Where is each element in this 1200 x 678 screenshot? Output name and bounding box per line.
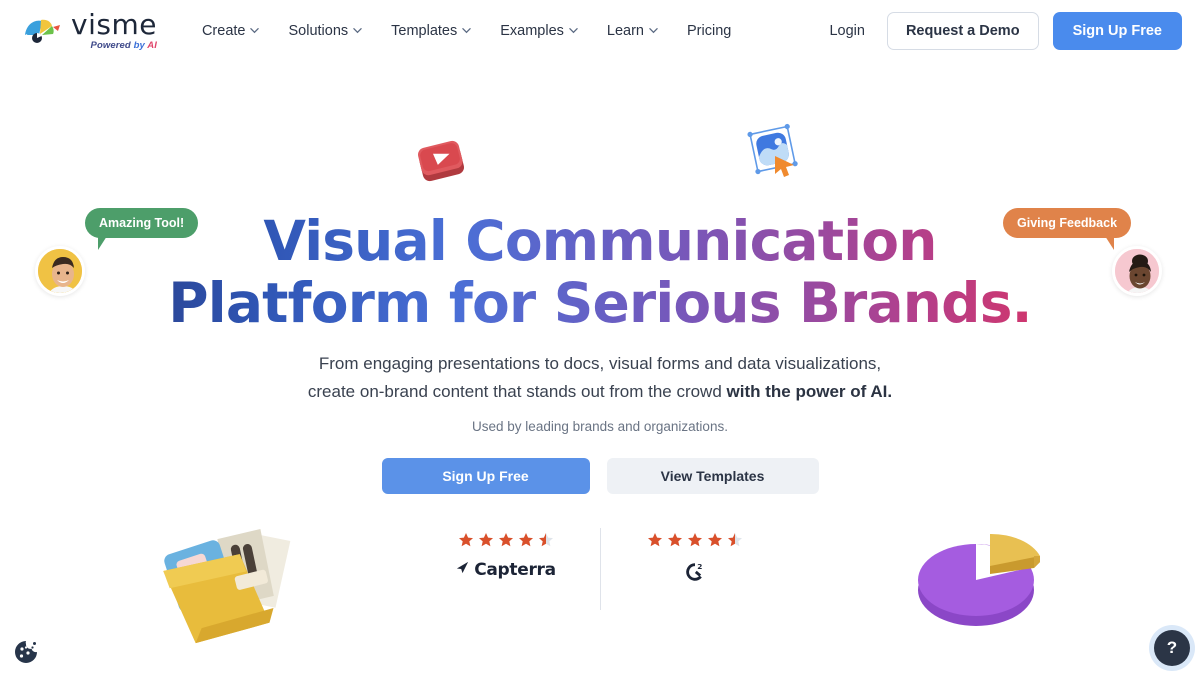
view-templates-button[interactable]: View Templates [606,458,819,494]
ratings-row: Capterra 2 [0,528,1200,633]
hero-cta-row: Sign Up Free View Templates [0,458,1200,494]
image-select-3d-icon [742,120,804,182]
rating-capterra[interactable]: Capterra [436,528,576,633]
chevron-down-icon [462,26,471,35]
nav-label: Examples [500,23,564,39]
star-icon [647,532,663,548]
signup-free-button[interactable]: Sign Up Free [381,458,590,494]
capterra-label: Capterra [474,560,556,580]
rating-g2[interactable]: 2 [625,528,765,633]
nav-item-templates[interactable]: Templates [378,15,484,47]
star-icon [498,532,514,548]
site-header: visme Powered by AI Create Solutions Tem… [0,0,1200,62]
nav-item-examples[interactable]: Examples [487,15,591,47]
capterra-cursor-icon [455,560,470,580]
page-title: Visual Communication Platform for Seriou… [0,210,1200,334]
hero-section: Amazing Tool! Giving Feedback [0,62,1200,678]
headline-line-1: Visual Communication [0,210,1200,272]
nav-label: Solutions [288,23,349,39]
chevron-down-icon [649,26,658,35]
star-half-icon [538,532,554,548]
video-card-3d-icon [410,130,472,192]
nav-item-solutions[interactable]: Solutions [275,15,375,47]
star-icon [707,532,723,548]
star-icon [518,532,534,548]
logo-tagline: Powered by AI [90,40,157,52]
nav-item-pricing[interactable]: Pricing [674,15,744,47]
visme-fan-logo-icon [22,15,64,47]
hero-subheadline: From engaging presentations to docs, vis… [0,350,1200,406]
star-rating [647,532,743,548]
main-navigation: Create Solutions Templates Examples Lear… [189,15,744,47]
headline-line-2: Platform for Serious Brands. [0,272,1200,334]
chevron-down-icon [353,26,362,35]
subhead-bold: with the power of AI. [726,382,893,402]
star-rating [458,532,554,548]
star-icon [478,532,494,548]
star-icon [667,532,683,548]
star-half-icon [727,532,743,548]
g2-logo: 2 [683,560,707,589]
header-actions: Login Request a Demo Sign Up Free [821,12,1182,50]
chevron-down-icon [250,26,260,35]
logo-wordmark: visme [71,8,157,42]
star-icon [687,532,703,548]
help-button[interactable]: ? [1154,630,1190,666]
g2-logo-icon: 2 [683,560,707,589]
nav-item-create[interactable]: Create [189,15,273,47]
nav-label: Create [201,23,246,39]
used-by-label: Used by leading brands and organizations… [472,419,728,434]
nav-label: Learn [606,23,644,39]
ratings-divider [599,528,601,610]
login-link[interactable]: Login [821,17,872,45]
capterra-logo: Capterra [455,560,556,580]
chevron-down-icon [569,26,578,35]
subhead-line-2: create on-brand content that stands out … [307,382,727,402]
nav-label: Templates [391,23,458,39]
request-demo-button[interactable]: Request a Demo [886,12,1039,50]
cookie-consent-icon[interactable] [12,638,40,666]
nav-label: Pricing [687,23,732,39]
header-signup-button[interactable]: Sign Up Free [1052,12,1182,50]
svg-text:2: 2 [697,562,702,571]
visme-logo[interactable]: visme Powered by AI [22,11,157,51]
star-icon [458,532,474,548]
nav-item-learn[interactable]: Learn [594,15,671,47]
subhead-line-1: From engaging presentations to docs, vis… [318,354,882,373]
